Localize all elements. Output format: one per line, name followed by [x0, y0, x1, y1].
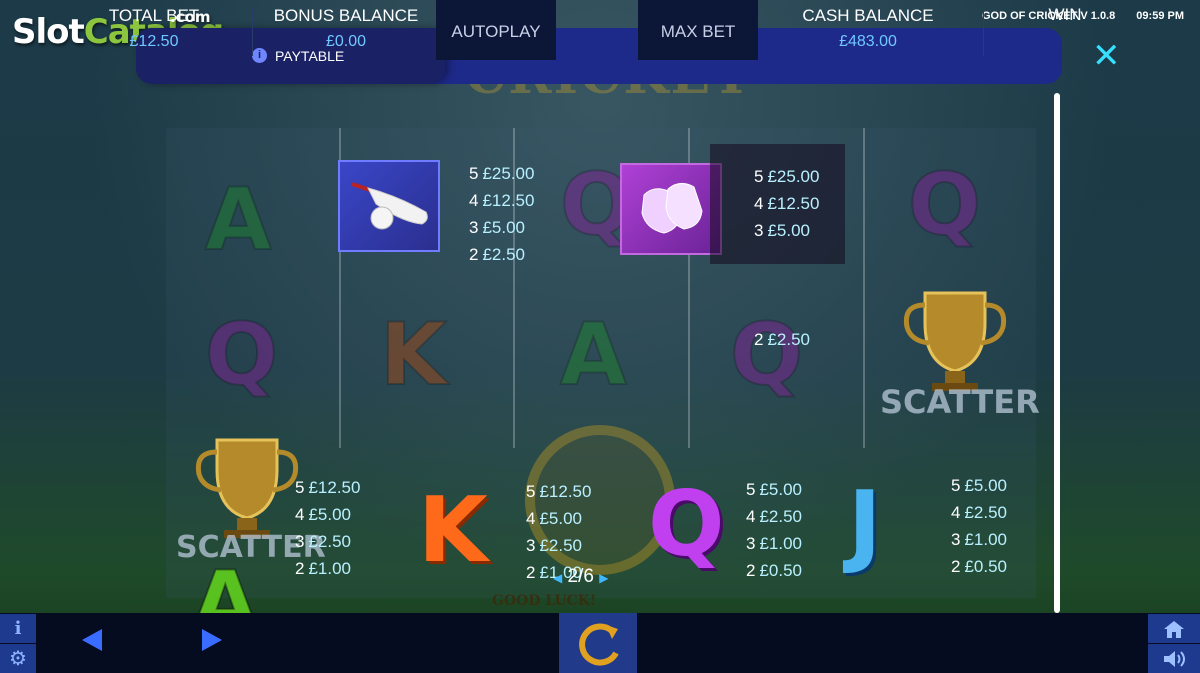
- background-symbol-q: Q: [729, 304, 804, 406]
- payout-row: 3 £2.50: [526, 536, 583, 555]
- payout-row: 4 £12.50: [469, 191, 535, 210]
- scatter-label-background: SCATTER: [880, 383, 1040, 421]
- payout-row: 3 £1.00: [951, 530, 1008, 549]
- payout-row: 4 £2.50: [746, 507, 803, 526]
- spin-icon: [579, 623, 619, 666]
- reel-divider: [863, 128, 865, 448]
- settings-button[interactable]: ⚙: [0, 644, 36, 673]
- payout-row: 3 £5.00: [754, 221, 811, 240]
- page-indicator: ◀ 2/6 ▶: [553, 566, 608, 588]
- scatter-payouts: 5 £12.50 4 £5.00 3 £2.50 2 £1.00: [295, 474, 360, 582]
- j-symbol: J: [848, 472, 882, 577]
- payout-row: 5 £12.50: [526, 482, 592, 501]
- payout-row: 4 £5.00: [295, 505, 352, 524]
- max-bet-button[interactable]: MAX BET: [638, 0, 758, 60]
- payout-row: 2 £2.50: [469, 245, 526, 264]
- scrollbar[interactable]: [1054, 93, 1060, 613]
- info-icon: i: [14, 618, 22, 639]
- win-display: WIN: [1010, 0, 1120, 60]
- payout-row: 5 £25.00: [469, 164, 535, 183]
- prev-page-icon[interactable]: ◀: [553, 571, 562, 585]
- total-bet-value: £12.50: [129, 33, 179, 50]
- sound-button[interactable]: [1148, 644, 1200, 673]
- background-symbol-q: Q: [204, 304, 279, 406]
- payout-row: 2 £0.50: [746, 561, 803, 580]
- max-bet-label: MAX BET: [660, 22, 736, 41]
- bonus-balance: BONUS BALANCE £0.00: [266, 0, 426, 60]
- q-symbol: Q: [648, 472, 725, 577]
- gloves-payouts: 5 £25.00 4 £12.50 3 £5.00: [754, 163, 819, 244]
- home-button[interactable]: [1148, 614, 1200, 643]
- page-number: 2/6: [567, 566, 594, 587]
- bat-payouts: 5 £25.00 4 £12.50 3 £5.00 2 £2.50: [469, 160, 534, 268]
- payout-row: 5 £12.50: [295, 478, 361, 497]
- payout-row: 4 £2.50: [951, 503, 1008, 522]
- cricket-bat-icon: [351, 182, 428, 230]
- payout-row: 3 £1.00: [746, 534, 803, 553]
- payout-row: 5 £25.00: [754, 167, 820, 186]
- increase-bet-icon[interactable]: [202, 629, 222, 651]
- cash-balance-label: CASH BALANCE: [802, 6, 934, 25]
- home-icon: [1164, 620, 1184, 638]
- cash-balance-value: £483.00: [839, 33, 897, 50]
- win-label: WIN: [1048, 5, 1082, 24]
- payout-row: 3 £5.00: [469, 218, 526, 237]
- total-bet-label: TOTAL BET: [108, 6, 200, 25]
- info-icon: i: [252, 48, 267, 63]
- info-button[interactable]: i: [0, 614, 36, 643]
- decrease-bet-icon[interactable]: [82, 629, 102, 651]
- gear-icon: ⚙: [9, 648, 27, 670]
- spin-button[interactable]: [559, 613, 637, 673]
- bonus-balance-label: BONUS BALANCE: [273, 6, 419, 25]
- background-symbol-a: A: [559, 304, 628, 406]
- q-payouts: 5 £5.00 4 £2.50 3 £1.00 2 £0.50: [746, 476, 802, 584]
- payout-row: 3 £2.50: [295, 532, 352, 551]
- gloves-extra-payout: 2 £2.50: [754, 330, 811, 349]
- payout-row: 2 £1.00: [295, 559, 352, 578]
- total-bet: TOTAL BET £12.50: [104, 0, 204, 60]
- divider: [983, 8, 984, 56]
- j-payouts: 5 £5.00 4 £2.50 3 £1.00 2 £0.50: [951, 472, 1007, 580]
- k-symbol: K: [418, 478, 488, 583]
- bonus-balance-value: £0.00: [325, 33, 367, 50]
- cash-balance: CASH BALANCE £483.00: [778, 0, 958, 60]
- background-symbol-a: A: [204, 169, 273, 271]
- payout-row: 4 £12.50: [754, 194, 820, 213]
- bat-symbol: [338, 160, 440, 252]
- background-symbol-k: K: [379, 304, 448, 406]
- autoplay-button[interactable]: AUTOPLAY: [436, 0, 556, 60]
- speaker-icon: [1164, 650, 1185, 667]
- batting-gloves-icon: [641, 183, 703, 234]
- divider: [252, 8, 253, 56]
- gloves-symbol: [620, 163, 722, 255]
- payout-row: 5 £5.00: [951, 476, 1008, 495]
- payout-row: 5 £5.00: [746, 480, 803, 499]
- payout-row: 2 £0.50: [951, 557, 1008, 576]
- autoplay-label: AUTOPLAY: [451, 22, 541, 41]
- background-symbol-q: Q: [907, 154, 982, 256]
- clock: 09:59 PM: [1136, 10, 1184, 22]
- payout-row: 4 £5.00: [526, 509, 583, 528]
- next-page-icon[interactable]: ▶: [599, 571, 608, 585]
- good-luck-text: GOOD LUCK!: [492, 593, 597, 609]
